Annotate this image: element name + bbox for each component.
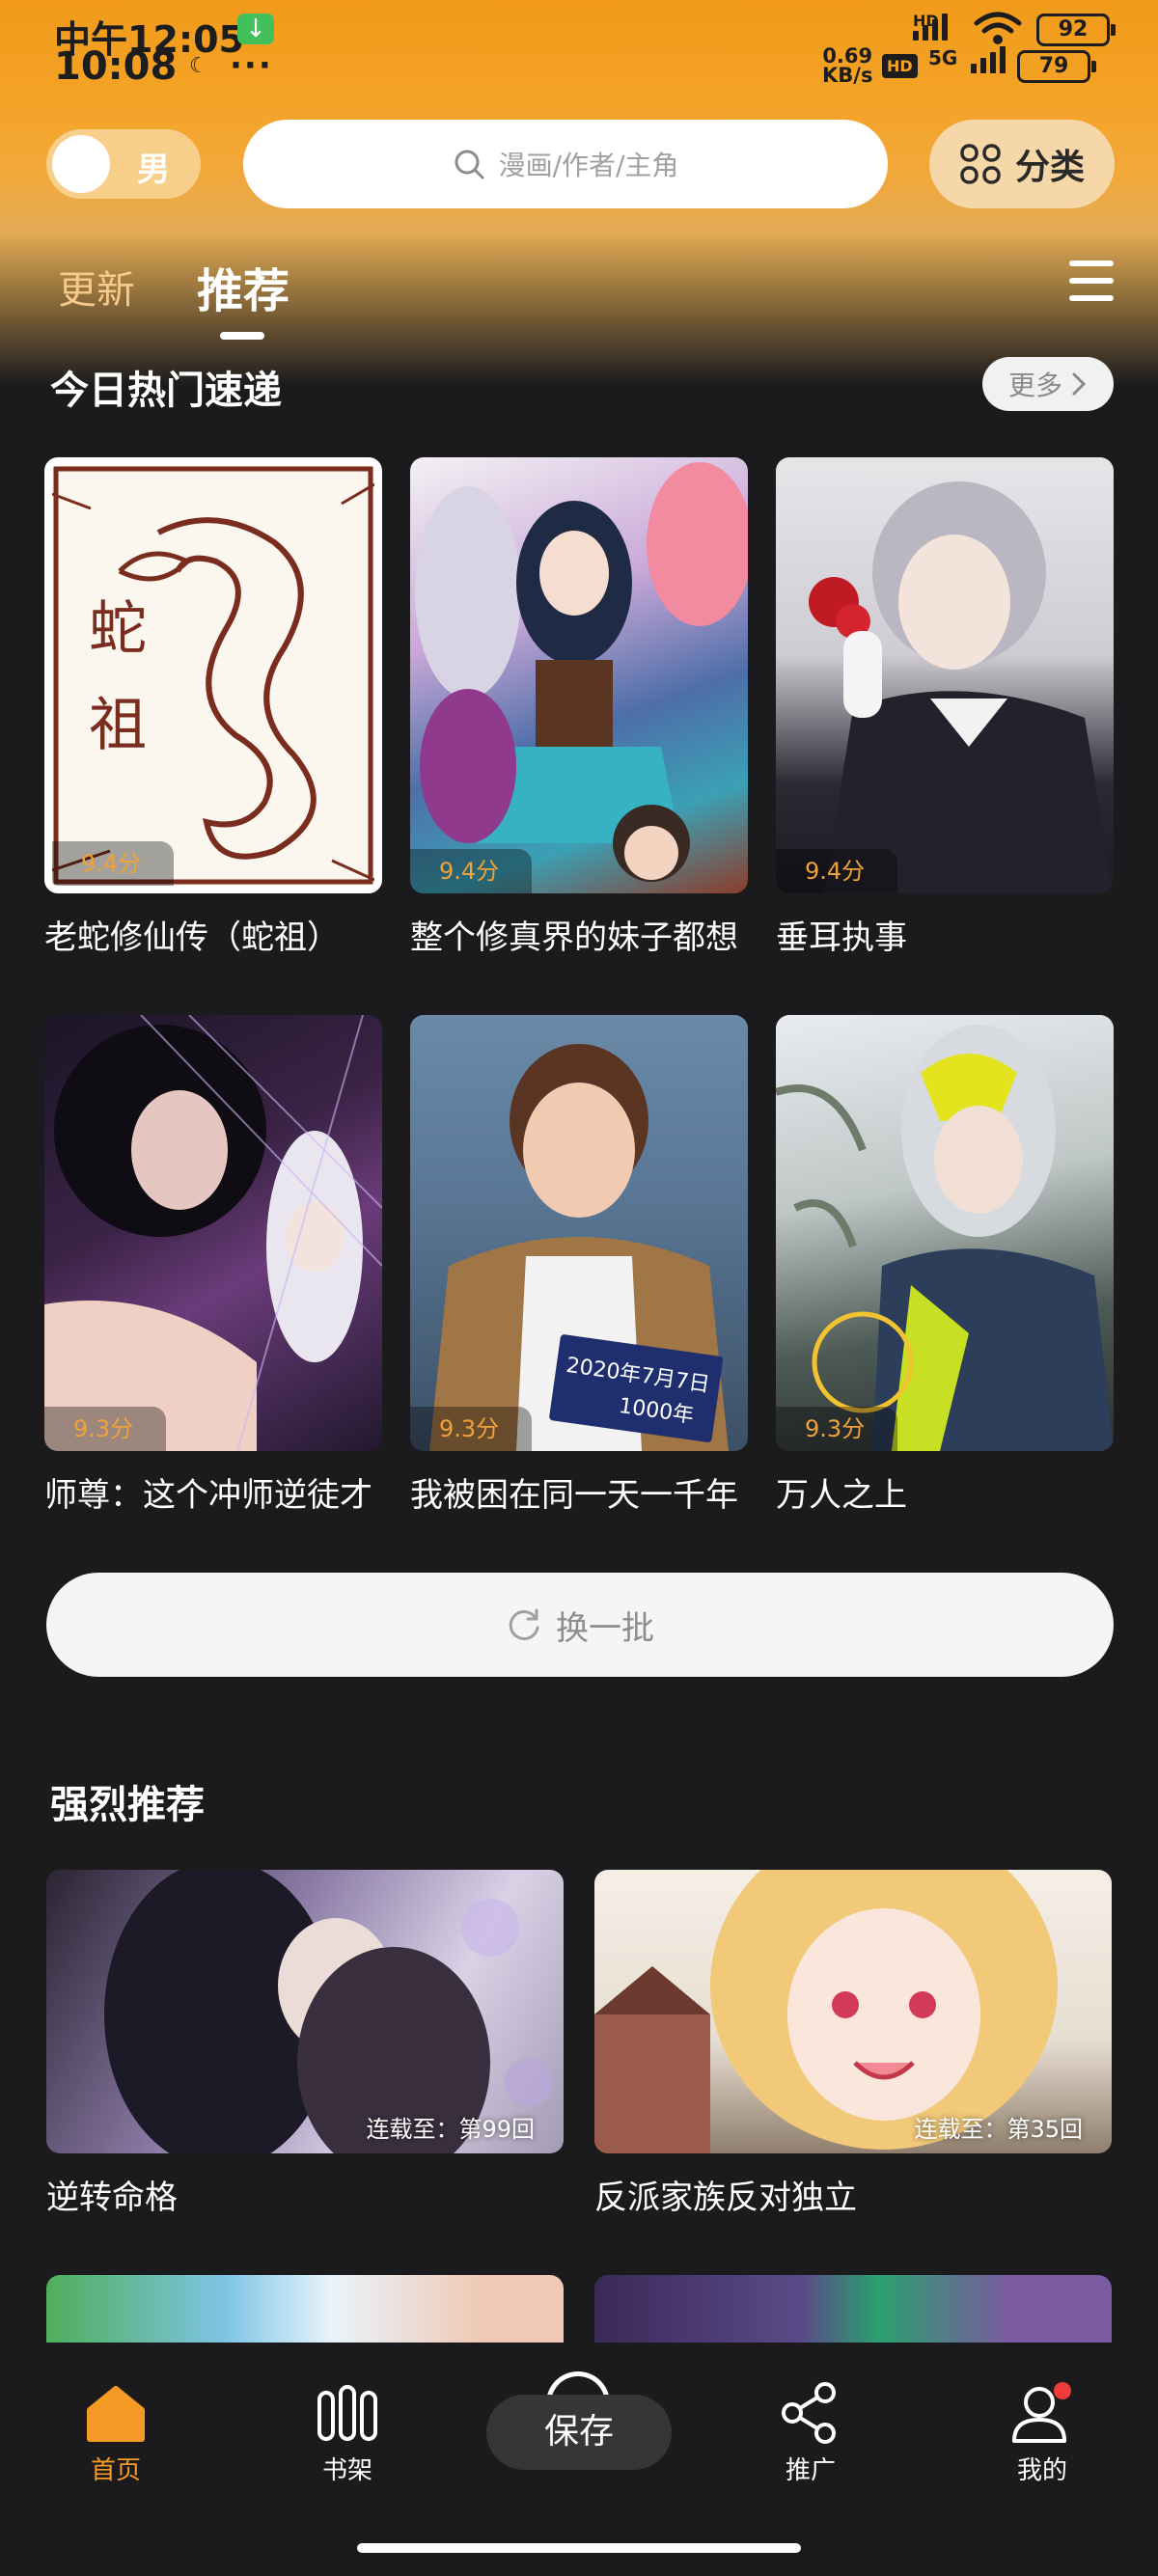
comic-card[interactable]: 蛇 祖 9.4分 老蛇修仙传（蛇祖） xyxy=(44,457,382,958)
comic-card[interactable]: 9.3分 师尊：这个冲师逆徒才 xyxy=(44,1015,382,1516)
more-label: 更多 xyxy=(1007,370,1062,401)
category-button[interactable]: 分类 xyxy=(929,120,1115,208)
comic-card[interactable]: 9.4分 垂耳执事 xyxy=(776,457,1114,958)
nav-home[interactable]: 首页 xyxy=(58,2375,174,2486)
hd-badge: HD xyxy=(882,54,918,78)
score-badge: 9.4分 xyxy=(410,849,532,893)
cover-art xyxy=(809,481,1114,893)
category-label: 分类 xyxy=(1014,148,1085,187)
comic-cover[interactable]: 9.4分 xyxy=(776,457,1114,893)
comic-cover[interactable]: 2020年7月7日 1000年 9.3分 xyxy=(410,1015,748,1451)
comic-card-wide[interactable]: 连载至：第35回 反派家族反对独立 xyxy=(594,1870,1112,2218)
search-icon xyxy=(455,150,484,179)
episode-label: 连载至：第35回 xyxy=(914,2116,1083,2143)
toggle-knob xyxy=(52,135,110,193)
cover-art xyxy=(415,462,748,882)
refresh-label: 换一批 xyxy=(556,1608,654,1648)
section-title-hot: 今日热门速递 xyxy=(50,369,282,413)
gender-label: 男 xyxy=(137,151,170,189)
comic-cover[interactable]: 9.4分 xyxy=(410,457,748,893)
nav-home-label: 首页 xyxy=(90,2456,141,2485)
moon-icon: ☾ xyxy=(189,54,208,78)
comic-card-wide[interactable]: 连载至：第99回 逆转命格 xyxy=(46,1870,564,2218)
svg-text:祖: 祖 xyxy=(89,692,147,759)
home-icon xyxy=(87,2386,145,2442)
comic-title: 师尊：这个冲师逆徒才 xyxy=(44,1476,372,1515)
download-icon: ↓ xyxy=(237,14,274,44)
comic-title: 老蛇修仙传（蛇祖） xyxy=(44,918,340,957)
home-indicator[interactable] xyxy=(357,2543,801,2553)
share-icon xyxy=(782,2382,836,2444)
refresh-icon xyxy=(509,1608,539,1641)
episode-label: 连载至：第99回 xyxy=(366,2116,535,2143)
tab-update[interactable]: 更新 xyxy=(58,259,135,315)
chevron-right-icon xyxy=(1072,372,1087,396)
wifi-icon xyxy=(974,12,1022,44)
profile-icon xyxy=(1012,2382,1071,2443)
comic-cover-partial[interactable] xyxy=(594,2275,1112,2343)
search-input[interactable]: 漫画/作者/主角 xyxy=(243,120,888,208)
menu-icon[interactable] xyxy=(1069,260,1114,301)
network-label-5g: 5G xyxy=(928,46,958,69)
comic-cover[interactable]: 连载至：第99回 xyxy=(46,1870,564,2153)
comic-title: 反派家族反对独立 xyxy=(594,2179,857,2217)
more-notifications-icon: ··· xyxy=(230,46,273,85)
comic-title: 我被困在同一天一千年 xyxy=(410,1476,738,1515)
comic-title: 整个修真界的妹子都想 xyxy=(410,918,738,957)
comic-title: 逆转命格 xyxy=(46,2179,178,2217)
comic-cover[interactable]: 9.3分 xyxy=(44,1015,382,1451)
bookshelf-icon xyxy=(317,2385,377,2441)
comic-cover-partial[interactable] xyxy=(46,2275,564,2343)
battery-indicator: 92 xyxy=(1036,14,1116,46)
nav-promote-label: 推广 xyxy=(785,2456,836,2485)
nav-profile-label: 我的 xyxy=(1016,2456,1067,2485)
comic-title: 万人之上 xyxy=(776,1476,907,1515)
score-badge: 9.4分 xyxy=(776,849,897,893)
status-time-bottom: 10:08 xyxy=(54,44,178,89)
comic-cover[interactable]: 蛇 祖 9.4分 xyxy=(44,457,382,893)
app-screen: 中午12:05 ↓ 10:08 ☾ ··· 0.69 KB/s HD HD 5G… xyxy=(0,0,1158,2576)
net-speed: 0.69 KB/s xyxy=(822,44,873,87)
nav-bookshelf[interactable]: 书架 xyxy=(290,2375,405,2486)
category-grid-icon xyxy=(960,144,1001,184)
comic-cover[interactable]: 连载至：第35回 xyxy=(594,1870,1112,2153)
refresh-batch-button[interactable]: 换一批 xyxy=(46,1573,1114,1677)
score-badge: 9.4分 xyxy=(52,841,174,886)
score-badge: 9.3分 xyxy=(410,1407,532,1451)
active-tab-indicator xyxy=(220,332,264,340)
comic-card[interactable]: 9.4分 整个修真界的妹子都想 xyxy=(410,457,748,958)
cover-art xyxy=(776,1025,1114,1451)
snake-cover-art: 蛇 祖 xyxy=(52,466,374,885)
comic-card[interactable]: 2020年7月7日 1000年 9.3分 我被困在同一天一千年 xyxy=(410,1015,748,1516)
cover-art xyxy=(44,1015,382,1451)
nav-profile[interactable]: 我的 xyxy=(984,2375,1100,2486)
battery-indicator-2: 79 xyxy=(1017,50,1096,83)
more-button[interactable]: 更多 xyxy=(982,357,1114,411)
comic-cover[interactable]: 9.3分 xyxy=(776,1015,1114,1451)
search-placeholder: 漫画/作者/主角 xyxy=(498,150,679,181)
tab-recommend[interactable]: 推荐 xyxy=(197,253,290,320)
section-title-strong: 强烈推荐 xyxy=(50,1783,205,1827)
save-button[interactable]: 保存 xyxy=(486,2395,672,2470)
cover-art: 2020年7月7日 1000年 xyxy=(429,1044,729,1451)
bottom-navigation: 首页 书架 保存 推广 我的 xyxy=(0,2343,1158,2576)
score-badge: 9.3分 xyxy=(44,1407,166,1451)
comic-card[interactable]: 9.3分 万人之上 xyxy=(776,1015,1114,1516)
svg-text:蛇: 蛇 xyxy=(89,595,147,663)
score-badge: 9.3分 xyxy=(776,1407,897,1451)
gender-toggle[interactable]: 男 xyxy=(46,129,201,199)
comic-title: 垂耳执事 xyxy=(776,918,907,957)
signal-icon xyxy=(913,14,948,41)
status-bar: 中午12:05 ↓ 10:08 ☾ ··· 0.69 KB/s HD HD 5G… xyxy=(0,0,1158,96)
signal-icon-5g xyxy=(971,46,1006,73)
nav-bookshelf-label: 书架 xyxy=(321,2456,372,2485)
nav-promote[interactable]: 推广 xyxy=(753,2375,868,2486)
